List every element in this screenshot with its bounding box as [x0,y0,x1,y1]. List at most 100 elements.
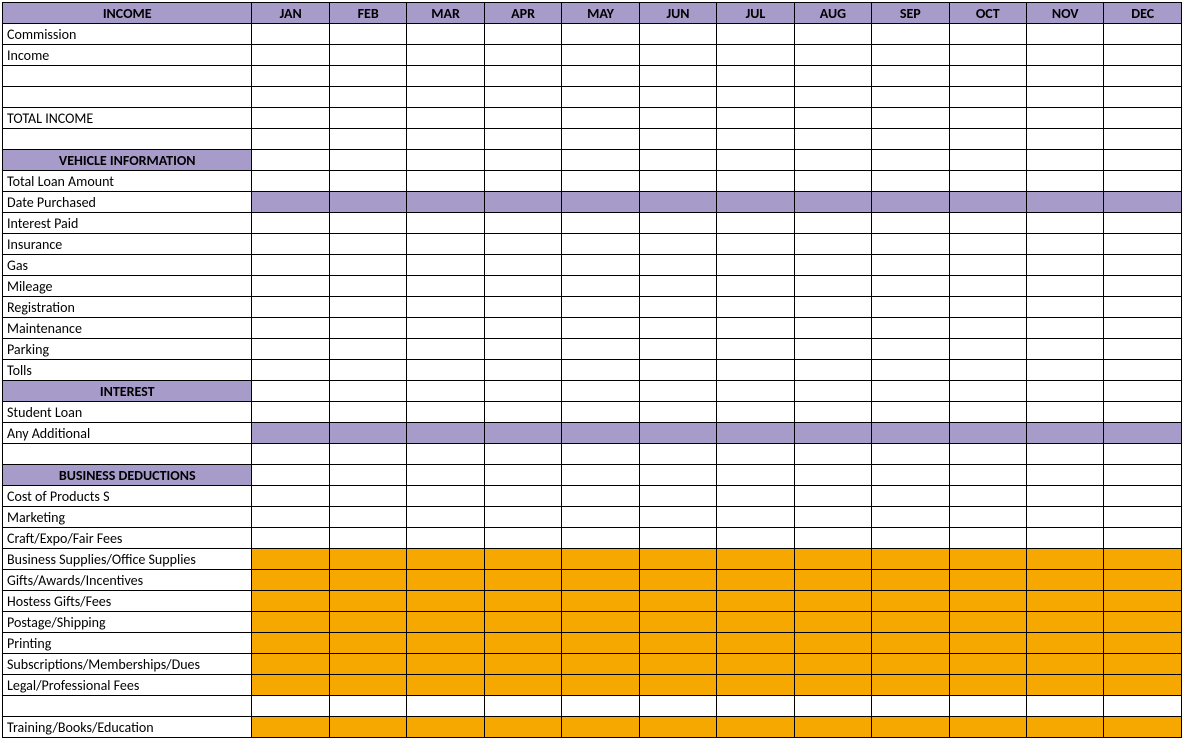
cell[interactable] [407,66,484,87]
cell[interactable] [717,549,794,570]
cell[interactable] [639,381,716,402]
cell[interactable] [484,612,561,633]
cell[interactable] [794,528,871,549]
cell[interactable] [872,297,949,318]
cell[interactable] [1027,402,1104,423]
cell[interactable] [484,108,561,129]
cell[interactable] [1104,591,1182,612]
cell[interactable] [639,591,716,612]
row-label[interactable]: TOTAL INCOME [3,108,252,129]
cell[interactable] [949,45,1026,66]
cell[interactable] [639,402,716,423]
cell[interactable] [562,192,639,213]
cell[interactable] [484,129,561,150]
cell[interactable] [252,297,329,318]
cell[interactable] [562,234,639,255]
cell[interactable] [794,150,871,171]
cell[interactable] [562,612,639,633]
cell[interactable] [872,255,949,276]
cell[interactable] [329,192,406,213]
cell[interactable] [484,486,561,507]
cell[interactable] [794,360,871,381]
cell[interactable] [407,129,484,150]
cell[interactable] [252,150,329,171]
cell[interactable] [562,24,639,45]
cell[interactable] [794,486,871,507]
row-label[interactable]: Commission [3,24,252,45]
row-label[interactable]: Craft/Expo/Fair Fees [3,528,252,549]
cell[interactable] [1027,591,1104,612]
cell[interactable] [329,402,406,423]
cell[interactable] [252,507,329,528]
cell[interactable] [717,528,794,549]
cell[interactable] [639,276,716,297]
cell[interactable] [949,297,1026,318]
row-label[interactable]: Total Loan Amount [3,171,252,192]
cell[interactable] [872,654,949,675]
cell[interactable] [949,444,1026,465]
cell[interactable] [407,339,484,360]
cell[interactable] [562,381,639,402]
cell[interactable] [717,339,794,360]
cell[interactable] [794,297,871,318]
cell[interactable] [717,423,794,444]
cell[interactable] [252,465,329,486]
cell[interactable] [1104,675,1182,696]
cell[interactable] [562,549,639,570]
cell[interactable] [949,318,1026,339]
cell[interactable] [407,318,484,339]
row-label[interactable]: Interest Paid [3,213,252,234]
cell[interactable] [639,297,716,318]
cell[interactable] [872,129,949,150]
cell[interactable] [329,612,406,633]
cell[interactable] [252,360,329,381]
cell[interactable] [562,297,639,318]
cell[interactable] [1027,612,1104,633]
row-label[interactable]: VEHICLE INFORMATION [3,150,252,171]
cell[interactable] [794,654,871,675]
cell[interactable] [949,486,1026,507]
cell[interactable] [252,66,329,87]
row-label[interactable]: Parking [3,339,252,360]
cell[interactable] [949,234,1026,255]
cell[interactable] [252,339,329,360]
cell[interactable] [949,108,1026,129]
cell[interactable] [484,507,561,528]
cell[interactable] [252,192,329,213]
cell[interactable] [872,108,949,129]
cell[interactable] [407,612,484,633]
cell[interactable] [407,465,484,486]
cell[interactable] [484,570,561,591]
row-label[interactable]: BUSINESS DEDUCTIONS [3,465,252,486]
cell[interactable] [872,696,949,717]
cell[interactable] [949,213,1026,234]
cell[interactable] [717,612,794,633]
cell[interactable] [252,234,329,255]
cell[interactable] [1027,465,1104,486]
cell[interactable] [872,423,949,444]
cell[interactable] [717,192,794,213]
cell[interactable] [484,654,561,675]
cell[interactable] [329,150,406,171]
cell[interactable] [794,129,871,150]
cell[interactable] [639,24,716,45]
cell[interactable] [717,486,794,507]
cell[interactable] [407,696,484,717]
cell[interactable] [872,612,949,633]
cell[interactable] [717,108,794,129]
cell[interactable] [872,24,949,45]
cell[interactable] [794,45,871,66]
cell[interactable] [329,24,406,45]
cell[interactable] [717,45,794,66]
cell[interactable] [329,423,406,444]
cell[interactable] [872,276,949,297]
cell[interactable] [484,318,561,339]
cell[interactable] [717,297,794,318]
cell[interactable] [639,717,716,738]
cell[interactable] [794,108,871,129]
cell[interactable] [949,402,1026,423]
cell[interactable] [1027,696,1104,717]
cell[interactable] [1027,381,1104,402]
cell[interactable] [562,171,639,192]
cell[interactable] [407,108,484,129]
